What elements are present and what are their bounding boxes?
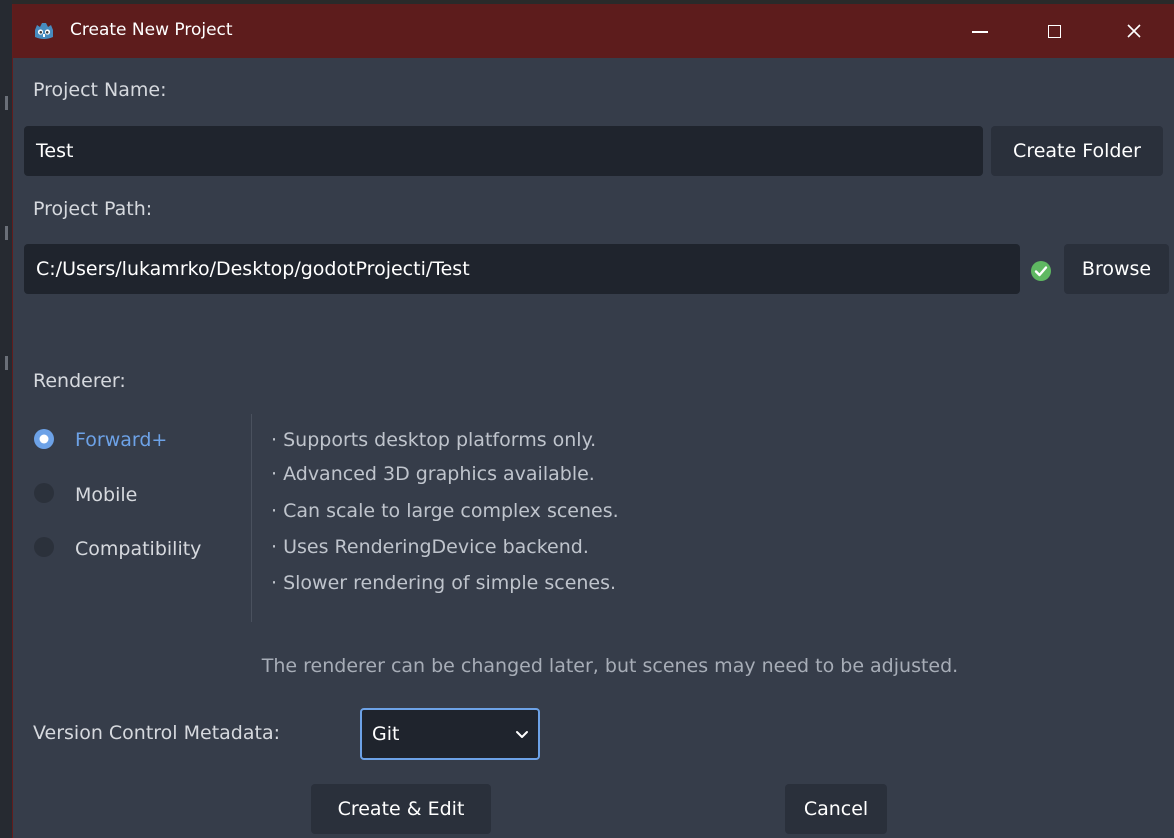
renderer-description-item: · Slower rendering of simple scenes. [271, 572, 617, 594]
radio-forward-plus[interactable] [33, 428, 55, 450]
maximize-icon [1047, 24, 1061, 38]
browse-button[interactable]: Browse [1064, 244, 1169, 294]
project-path-input[interactable]: C:/Users/lukamrko/Desktop/godotProjecti/… [24, 244, 1020, 294]
radio-label-forward-plus[interactable]: Forward+ [75, 428, 167, 452]
project-name-value: Test [36, 140, 74, 162]
renderer-description-item: · Advanced 3D graphics available. [271, 463, 595, 485]
maximize-button[interactable] [1025, 4, 1083, 58]
renderer-separator [251, 414, 252, 622]
renderer-label: Renderer: [33, 370, 126, 392]
project-path-label: Project Path: [33, 198, 153, 220]
create-edit-button[interactable]: Create & Edit [311, 784, 491, 834]
version-control-label: Version Control Metadata: [33, 722, 280, 744]
close-icon [1127, 24, 1141, 38]
renderer-description-item: · Supports desktop platforms only. [271, 429, 597, 451]
close-button[interactable] [1105, 4, 1163, 58]
godot-logo-icon [35, 23, 53, 39]
renderer-note: The renderer can be changed later, but s… [261, 655, 959, 677]
create-folder-button[interactable]: Create Folder [991, 126, 1163, 176]
chevron-down-icon [516, 731, 528, 738]
minimize-icon [972, 31, 988, 33]
cancel-button[interactable]: Cancel [785, 784, 887, 834]
renderer-description-item: · Uses RenderingDevice backend. [271, 536, 589, 558]
edge-mark [5, 96, 8, 110]
project-name-label: Project Name: [33, 79, 167, 101]
edge-mark [5, 356, 8, 370]
titlebar: Create New Project [13, 4, 1174, 58]
version-control-select[interactable]: Git [360, 708, 540, 760]
radio-label-mobile[interactable]: Mobile [75, 483, 137, 507]
radio-compatibility[interactable] [33, 536, 55, 558]
renderer-description-item: · Can scale to large complex scenes. [271, 500, 619, 522]
window-title: Create New Project [70, 20, 233, 40]
create-project-dialog: Create New Project Project Name: Test Cr… [12, 4, 1174, 838]
project-path-value: C:/Users/lukamrko/Desktop/godotProjecti/… [36, 258, 470, 280]
version-control-value: Git [372, 723, 400, 745]
radio-mobile[interactable] [33, 482, 55, 504]
minimize-button[interactable] [951, 4, 1009, 58]
project-name-input[interactable]: Test [24, 126, 983, 176]
background-window-edge [0, 0, 12, 838]
edge-mark [5, 226, 8, 240]
check-circle-icon [1031, 261, 1051, 281]
radio-label-compatibility[interactable]: Compatibility [75, 537, 201, 561]
